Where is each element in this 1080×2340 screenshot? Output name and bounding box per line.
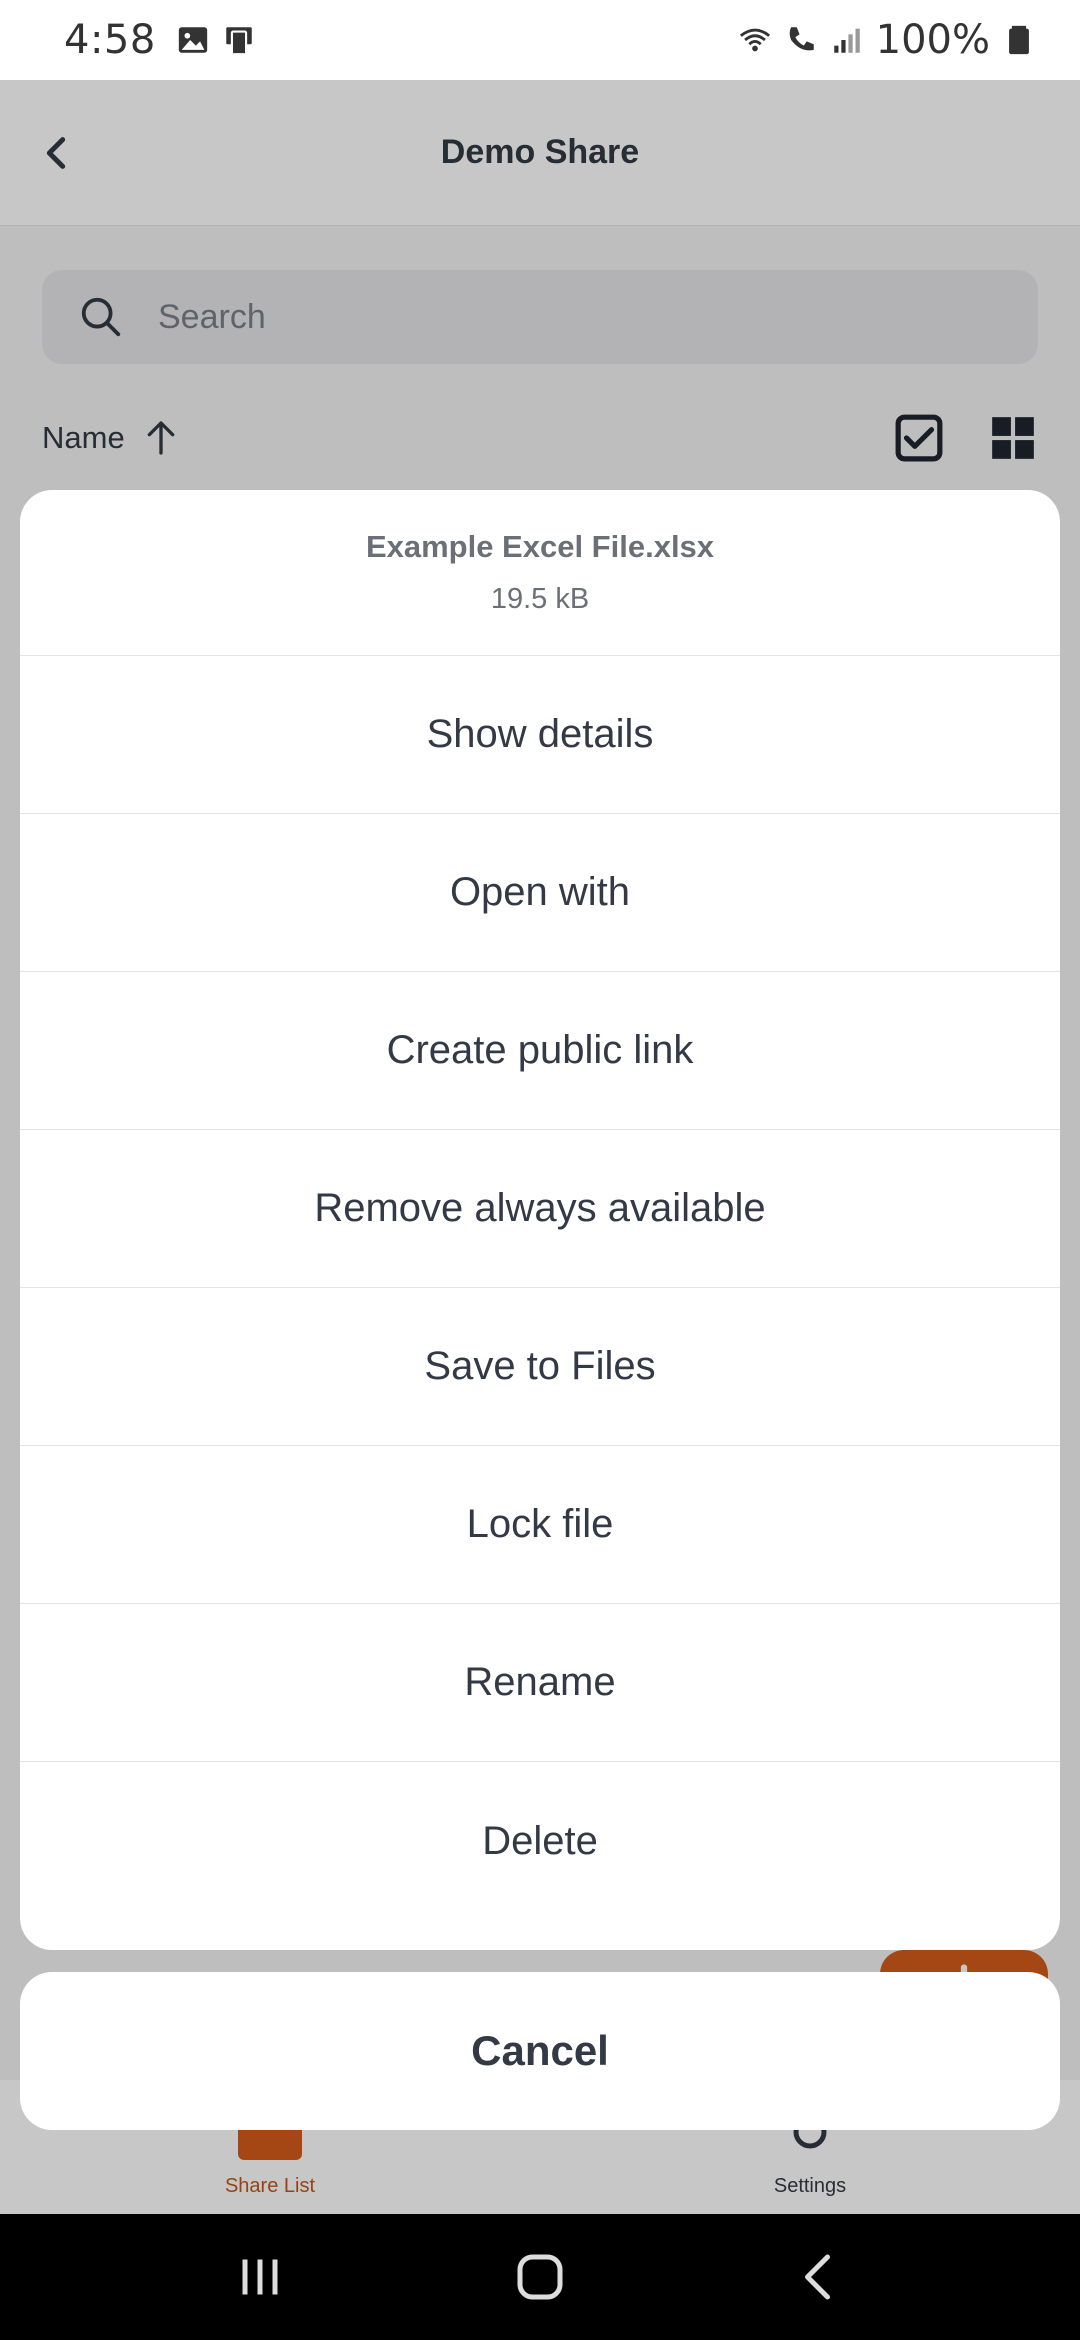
system-nav-bar xyxy=(0,2214,1080,2340)
device-icon xyxy=(226,27,252,56)
status-time: 4:58 xyxy=(64,17,156,63)
action-sheet-header: Example Excel File.xlsx 19.5 kB xyxy=(20,490,1060,656)
file-size: 19.5 kB xyxy=(490,583,590,615)
show-details-button[interactable]: Show details xyxy=(20,656,1060,814)
phone-call-icon xyxy=(789,27,814,51)
battery-icon xyxy=(1009,25,1029,55)
delete-button[interactable]: Delete xyxy=(20,1762,1060,1920)
cancel-button[interactable]: Cancel xyxy=(20,1972,1060,2130)
battery-percent: 100% xyxy=(875,17,990,63)
action-sheet: Example Excel File.xlsx 19.5 kB Show det… xyxy=(20,490,1060,1950)
signal-icon xyxy=(833,28,860,53)
create-public-link-button[interactable]: Create public link xyxy=(20,972,1060,1130)
lock-file-button[interactable]: Lock file xyxy=(20,1446,1060,1604)
image-icon xyxy=(178,27,207,53)
wifi-calling-icon xyxy=(739,28,770,52)
open-with-button[interactable]: Open with xyxy=(20,814,1060,972)
remove-always-available-button[interactable]: Remove always available xyxy=(20,1130,1060,1288)
back-icon[interactable] xyxy=(790,2247,850,2307)
save-to-files-button[interactable]: Save to Files xyxy=(20,1288,1060,1446)
rename-button[interactable]: Rename xyxy=(20,1604,1060,1762)
home-icon[interactable] xyxy=(510,2247,570,2307)
file-name: Example Excel File.xlsx xyxy=(365,529,715,564)
status-bar: 4:58 100% xyxy=(0,0,1080,80)
recent-apps-icon[interactable] xyxy=(230,2247,290,2307)
